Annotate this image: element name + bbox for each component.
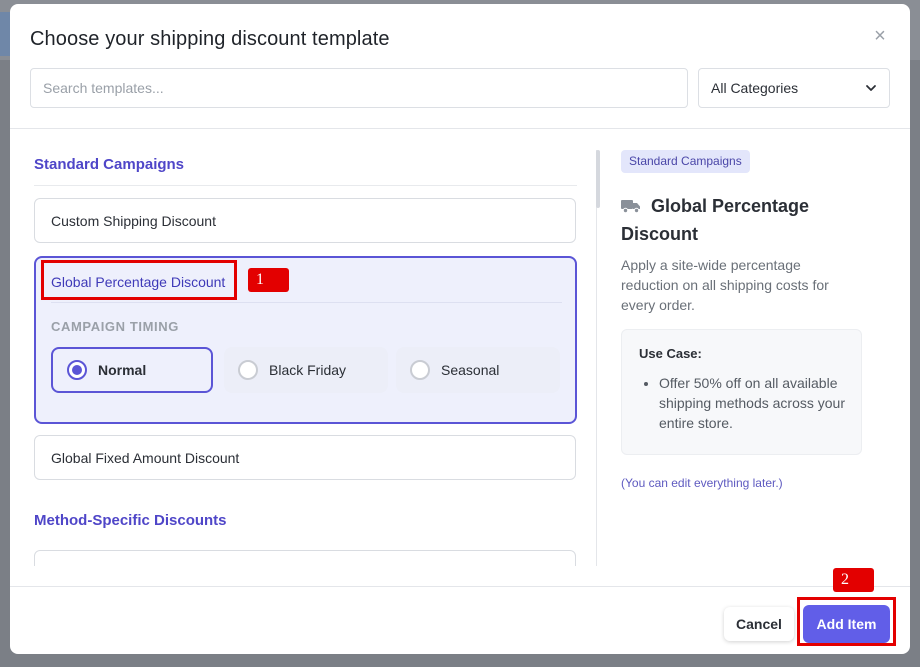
use-case-box: Use Case: Offer 50% off on all available… [621, 329, 862, 455]
annotation-box-1 [41, 260, 237, 300]
backdrop-tile [0, 12, 10, 56]
list-scrollbar[interactable] [596, 150, 600, 208]
modal-header: Choose your shipping discount template ×… [10, 4, 910, 129]
close-icon[interactable]: × [870, 26, 890, 46]
campaign-timing-label: CAMPAIGN TIMING [51, 319, 179, 334]
category-badge: Standard Campaigns [621, 150, 750, 173]
expanded-divider [51, 302, 562, 303]
detail-title-text: Global Percentage Discount [621, 196, 810, 244]
template-detail: Standard Campaigns Global Percentage Dis… [621, 150, 876, 566]
timing-option-black-friday[interactable]: Black Friday [224, 347, 388, 393]
truck-icon [621, 200, 640, 213]
timing-option-label: Black Friday [269, 362, 347, 378]
section-title-standard: Standard Campaigns [34, 156, 185, 173]
use-case-label: Use Case: [639, 346, 702, 361]
timing-option-seasonal[interactable]: Seasonal [396, 347, 560, 393]
radio-unselected-icon [238, 360, 258, 380]
template-custom-shipping-discount[interactable]: Custom Shipping Discount [34, 198, 576, 243]
section-title-method-specific: Method-Specific Discounts [34, 512, 227, 529]
timing-option-normal[interactable]: Normal [51, 347, 213, 393]
chevron-down-icon [866, 85, 876, 91]
template-label: Global Fixed Amount Discount [51, 449, 240, 466]
use-case-item: Offer 50% off on all available shipping … [659, 373, 845, 433]
edit-note: (You can edit everything later.) [621, 476, 783, 490]
category-select[interactable]: All Categories [698, 68, 890, 108]
pane-divider [596, 150, 597, 566]
section-divider [34, 185, 577, 186]
timing-option-label: Seasonal [441, 362, 500, 378]
detail-title: Global Percentage Discount [621, 192, 851, 248]
template-method-specific-first[interactable] [34, 550, 576, 566]
timing-option-label: Normal [98, 362, 147, 378]
radio-unselected-icon [410, 360, 430, 380]
use-case-list: Offer 50% off on all available shipping … [639, 373, 845, 433]
annotation-tag-2: 2 [833, 568, 874, 592]
category-select-value: All Categories [711, 80, 799, 96]
annotation-tag-1: 1 [248, 268, 289, 292]
modal-title: Choose your shipping discount template [30, 28, 390, 50]
search-input[interactable] [30, 68, 688, 108]
detail-description: Apply a site-wide percentage reduction o… [621, 257, 829, 313]
cancel-button[interactable]: Cancel [724, 607, 794, 641]
template-list: Standard Campaigns Custom Shipping Disco… [34, 150, 577, 566]
template-global-fixed-amount-discount[interactable]: Global Fixed Amount Discount [34, 435, 576, 480]
template-label: Custom Shipping Discount [51, 212, 216, 229]
modal-footer: Cancel Add Item [10, 586, 910, 654]
annotation-box-2 [797, 597, 896, 646]
template-modal: Choose your shipping discount template ×… [10, 4, 910, 654]
radio-selected-icon [67, 360, 87, 380]
